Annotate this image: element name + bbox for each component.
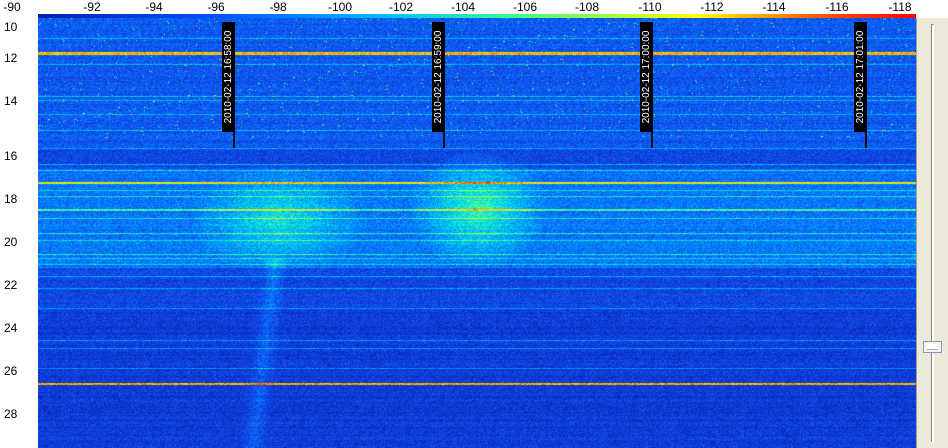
x-tick-label: -106 <box>512 0 538 14</box>
time-marker-line <box>865 132 867 148</box>
x-tick-label: -112 <box>700 0 724 14</box>
time-marker: 2010-02-12 17:01:00 <box>854 22 867 132</box>
time-marker: 2010-02-12 16:58:00 <box>222 22 235 132</box>
y-tick-label: 20 <box>4 235 18 249</box>
y-tick-label: 14 <box>4 94 18 108</box>
x-tick-label: -96 <box>207 0 225 14</box>
time-marker-label: 2010-02-12 16:58:00 <box>222 30 234 124</box>
x-tick-label: -116 <box>825 0 849 14</box>
x-tick-label: -98 <box>269 0 287 14</box>
x-tick-label: -110 <box>638 0 662 14</box>
y-tick-label: 22 <box>4 278 18 292</box>
y-tick-label: 28 <box>4 407 18 421</box>
y-tick-label: 10 <box>4 20 18 34</box>
y-tick-label: 26 <box>4 364 18 378</box>
time-marker-label: 2010-02-12 16:59:00 <box>432 30 444 124</box>
time-marker: 2010-02-12 16:59:00 <box>432 22 445 132</box>
vertical-slider-panel <box>916 18 948 448</box>
x-tick-label: -118 <box>888 0 912 14</box>
time-marker-label: 2010-02-12 17:01:00 <box>854 30 866 124</box>
x-tick-label: -92 <box>83 0 101 14</box>
y-tick-label: 24 <box>4 321 18 335</box>
time-marker-line <box>651 132 653 148</box>
waterfall-spectrogram[interactable]: 2010-02-12 16:58:00 2010-02-12 16:59:00 … <box>38 18 916 448</box>
slider-thumb[interactable] <box>923 341 942 353</box>
y-tick-label: 12 <box>4 51 18 65</box>
x-tick-label: -114 <box>762 0 786 14</box>
slider-track[interactable] <box>931 24 934 442</box>
time-marker-label: 2010-02-12 17:00:00 <box>640 30 652 124</box>
waterfall-canvas <box>38 18 916 448</box>
time-marker-line <box>233 132 235 148</box>
time-marker: 2010-02-12 17:00:00 <box>640 22 653 132</box>
time-marker-line <box>443 132 445 148</box>
x-tick-label: -108 <box>574 0 600 14</box>
x-tick-label: -102 <box>388 0 414 14</box>
y-tick-label: 18 <box>4 192 18 206</box>
x-tick-label: -90 <box>3 0 21 14</box>
x-tick-label: -94 <box>145 0 163 14</box>
time-axis: 10 12 14 16 18 20 22 24 26 28 <box>0 16 38 448</box>
x-tick-label: -104 <box>450 0 476 14</box>
x-tick-label: -100 <box>327 0 353 14</box>
y-tick-label: 16 <box>4 149 18 163</box>
